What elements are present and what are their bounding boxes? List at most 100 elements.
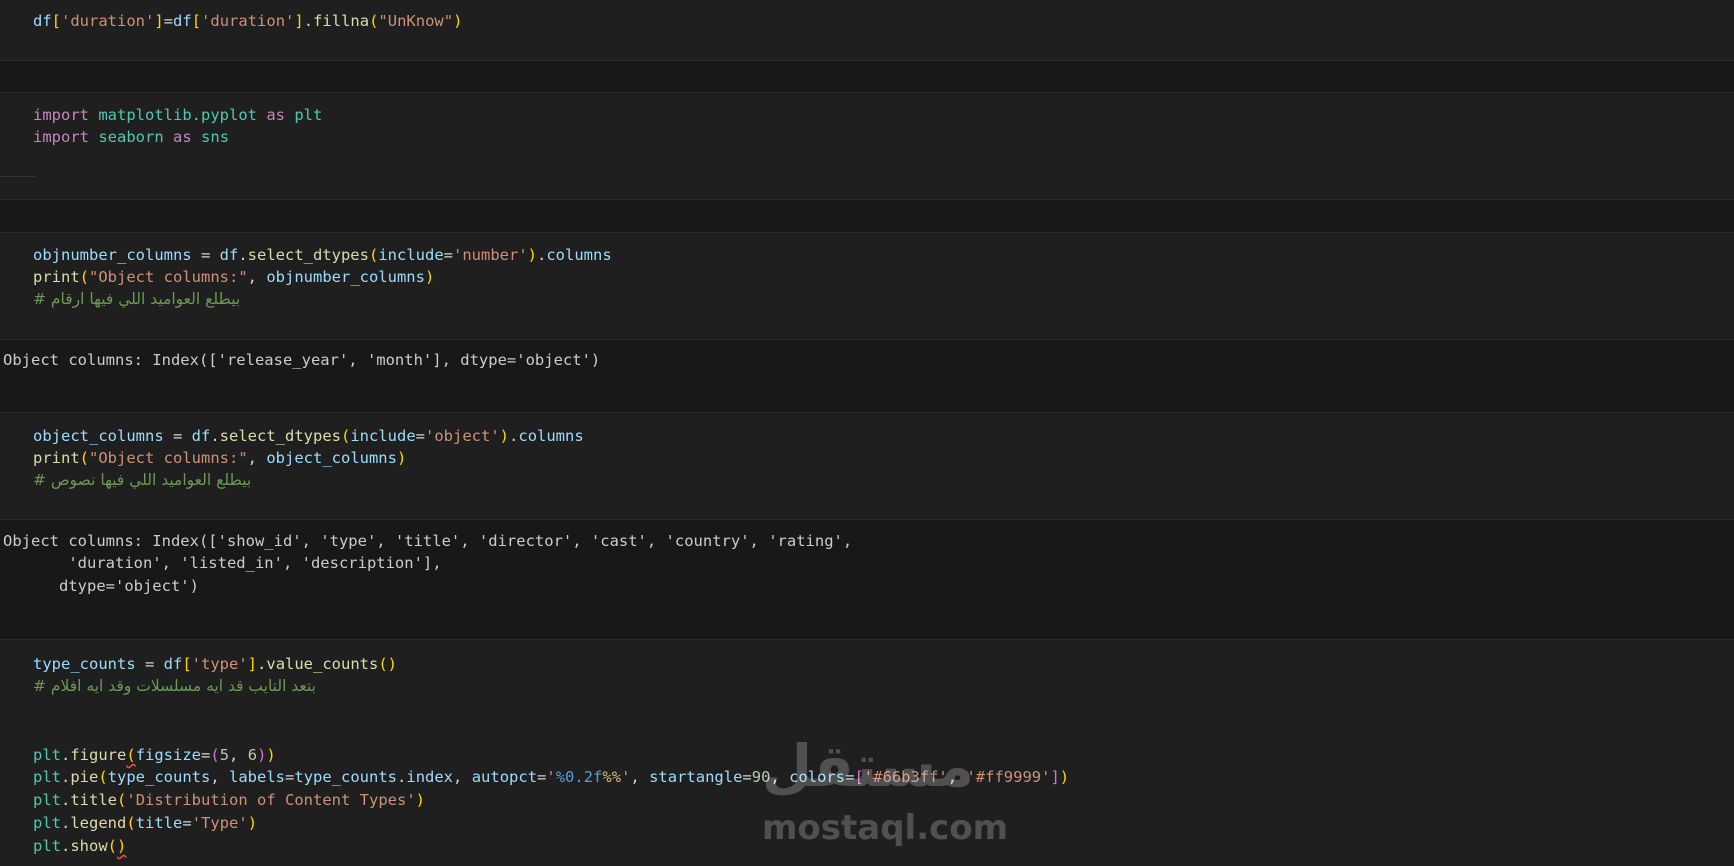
token: startangle: [649, 768, 743, 786]
token: (: [79, 449, 90, 467]
token: (: [79, 268, 90, 286]
token: .: [61, 814, 71, 832]
token: =: [182, 814, 192, 832]
token: =: [443, 246, 453, 264]
empty-output: [0, 200, 1734, 233]
token: .: [61, 768, 71, 786]
output-object-columns: Object columns: Index(['show_id', 'type'…: [0, 520, 1734, 640]
token: =: [191, 246, 220, 264]
token: %0.2f: [555, 768, 603, 786]
token: 'object': [425, 427, 500, 445]
token: ): [396, 449, 407, 467]
token: 'Distribution of Content Types': [126, 791, 416, 809]
token: =: [201, 746, 211, 764]
token: import: [33, 106, 89, 124]
token: plt: [33, 837, 61, 855]
token: ]: [1050, 768, 1060, 786]
output-text: Object columns: Index(['show_id', 'type'…: [3, 532, 853, 550]
code-line[interactable]: type_counts = df['type'].value_counts(): [33, 653, 397, 675]
code-line[interactable]: plt.figure(figsize=(5, 6)): [33, 744, 276, 766]
token: =: [285, 768, 295, 786]
token: =: [135, 655, 164, 673]
token: ): [499, 427, 510, 445]
token: columns: [518, 427, 584, 445]
token: .: [238, 246, 248, 264]
empty-output: [0, 61, 1734, 93]
code-line[interactable]: plt.legend(title='Type'): [33, 812, 257, 834]
token: =: [163, 427, 192, 445]
token: pie: [70, 768, 99, 786]
code-cell-imports[interactable]: import matplotlib.pyplot as plt import s…: [0, 93, 1734, 200]
token: ): [527, 246, 537, 264]
code-cell-fillna[interactable]: df['duration']=df['duration'].fillna("Un…: [0, 0, 1734, 61]
token: object_columns: [33, 427, 164, 445]
token: ): [1059, 768, 1070, 786]
token: %%: [602, 768, 622, 786]
token: ,: [453, 768, 472, 786]
token: select_dtypes: [219, 427, 341, 445]
code-line[interactable]: plt.title('Distribution of Content Types…: [33, 789, 425, 811]
token: as: [173, 128, 192, 146]
code-cell-pie-chart[interactable]: type_counts = df['type'].value_counts() …: [0, 640, 1734, 866]
token: plt: [33, 746, 61, 764]
token: print: [33, 268, 80, 286]
token: '#66b3ff': [863, 768, 948, 786]
token: (: [107, 837, 118, 855]
token: show: [70, 837, 108, 855]
token: autopct: [471, 768, 538, 786]
token: ': [621, 768, 631, 786]
token: .: [61, 837, 71, 855]
code-line[interactable]: df['duration']=df['duration'].fillna("Un…: [33, 10, 462, 32]
code-comment[interactable]: # بيطلع العواميد اللي فيها ارقام: [33, 288, 240, 310]
token: ): [266, 746, 276, 764]
token: 'duration': [61, 12, 155, 30]
token: "Object columns:": [89, 268, 248, 286]
code-line[interactable]: object_columns = df.select_dtypes(includ…: [33, 425, 584, 447]
code-line[interactable]: plt.show(): [33, 835, 126, 857]
token: (: [98, 768, 108, 786]
token: [: [182, 655, 192, 673]
comment-text: # بتعد التايب قد ايه مسلسلات وقد ايه افل…: [33, 677, 316, 695]
token: ,: [947, 768, 967, 786]
token: ): [247, 814, 258, 832]
token: ): [415, 791, 425, 809]
token: 'number': [453, 246, 528, 264]
token: object_columns: [266, 449, 397, 467]
token: (: [126, 814, 136, 832]
token: ,: [247, 449, 267, 467]
code-line[interactable]: plt.pie(type_counts, labels=type_counts.…: [33, 766, 1069, 788]
token: figure: [70, 746, 127, 764]
token: matplotlib.pyplot: [98, 106, 257, 124]
token: ): [257, 746, 267, 764]
code-comment[interactable]: # بتعد التايب قد ايه مسلسلات وقد ايه افل…: [33, 675, 316, 697]
token: df: [33, 12, 52, 30]
token: title: [70, 791, 118, 809]
code-comment[interactable]: # بيطلع العواميد اللي فيها نصوص: [33, 469, 251, 491]
token: plt: [294, 106, 323, 124]
token: select_dtypes: [247, 246, 369, 264]
code-cell-number-columns[interactable]: objnumber_columns = df.select_dtypes(inc…: [0, 233, 1734, 340]
token: 'duration': [201, 12, 295, 30]
token: .: [303, 12, 314, 30]
code-line[interactable]: import matplotlib.pyplot as plt: [33, 104, 322, 126]
comment-text: # بيطلع العواميد اللي فيها نصوص: [33, 471, 252, 489]
token: ]: [154, 12, 164, 30]
code-cell-object-columns[interactable]: object_columns = df.select_dtypes(includ…: [0, 413, 1734, 520]
token: labels: [229, 768, 286, 786]
token: ]: [247, 655, 258, 673]
code-line[interactable]: objnumber_columns = df.select_dtypes(inc…: [33, 244, 612, 266]
token: seaborn: [98, 128, 164, 146]
token: 'Type': [191, 814, 248, 832]
token: print: [33, 449, 80, 467]
token: '#ff9999': [966, 768, 1051, 786]
token: [: [191, 12, 202, 30]
code-line[interactable]: print("Object columns:", object_columns): [33, 447, 406, 469]
token: =: [742, 768, 752, 786]
token: objnumber_columns: [266, 268, 425, 286]
code-line[interactable]: import seaborn as sns: [33, 126, 229, 148]
token: title: [135, 814, 183, 832]
code-line[interactable]: print("Object columns:", objnumber_colum…: [33, 266, 434, 288]
token: index: [406, 768, 454, 786]
token: df: [173, 12, 192, 30]
token: (: [117, 791, 127, 809]
